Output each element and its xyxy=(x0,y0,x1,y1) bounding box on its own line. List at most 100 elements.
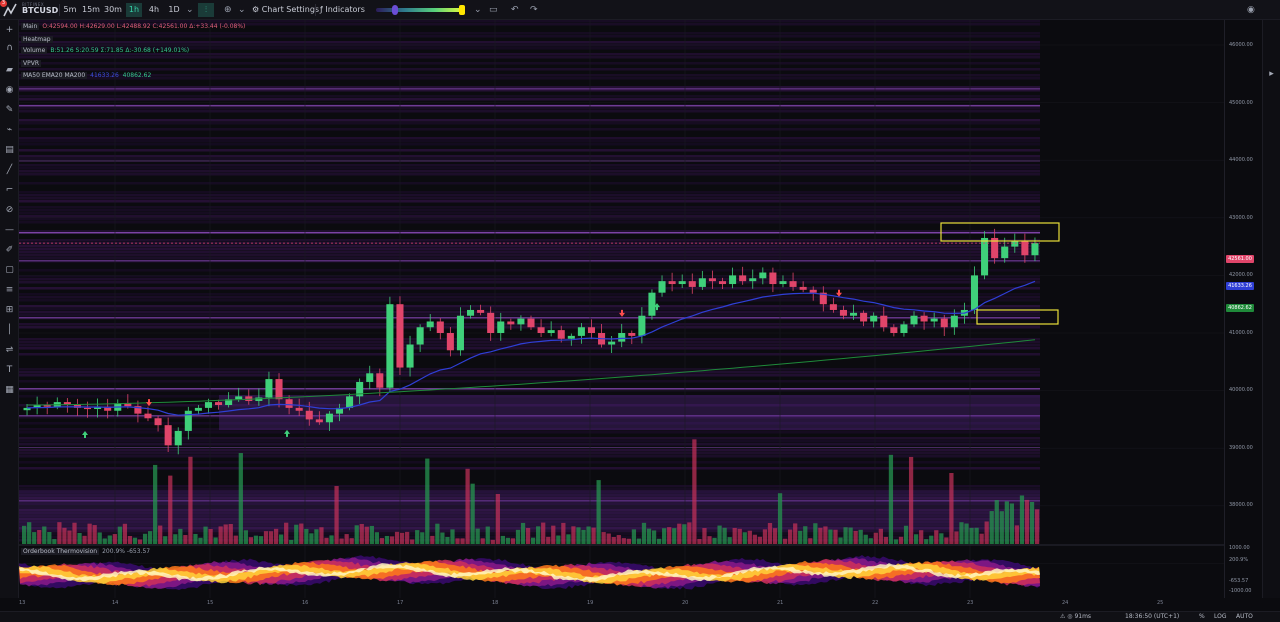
volume-bar xyxy=(289,539,294,544)
pen-icon[interactable]: ✐ xyxy=(3,244,16,257)
heatmap-band xyxy=(19,287,1040,290)
indicators-button[interactable]: ƒ Indicators xyxy=(320,3,365,17)
undo-icon[interactable]: ↶ xyxy=(511,4,519,16)
log-scale-toggle[interactable]: LOG xyxy=(1214,613,1227,620)
candle-body xyxy=(204,402,212,408)
heatmap-band xyxy=(19,308,1040,311)
redo-icon[interactable]: ↷ xyxy=(530,4,538,16)
timeframe-dropdown-icon[interactable]: ⌄ xyxy=(186,4,194,16)
trendline-icon[interactable]: ╱ xyxy=(3,164,16,177)
compare-dropdown-icon[interactable]: ⌄ xyxy=(238,4,246,16)
volume-bar xyxy=(677,523,682,544)
volume-bar xyxy=(878,528,883,544)
brush-icon[interactable]: ⌁ xyxy=(3,124,16,137)
heatmap-contrast-slider[interactable] xyxy=(376,8,464,12)
indicators-label: Indicators xyxy=(325,5,365,14)
heatmap-band xyxy=(19,197,1040,200)
camera-icon[interactable]: ◉ xyxy=(1247,4,1255,16)
candle-body xyxy=(527,318,535,328)
candle-body xyxy=(708,278,716,282)
volume-bar xyxy=(399,532,405,544)
grid-tool-icon[interactable]: ⊞ xyxy=(3,304,16,317)
volume-bar xyxy=(586,526,591,544)
symbol-selector[interactable]: BITFINEX BTCUSD xyxy=(22,2,58,15)
eye-icon[interactable]: ◉ xyxy=(3,84,16,97)
thermo-value-2: -653.57 xyxy=(126,548,151,555)
timeframe-1d[interactable]: 1D xyxy=(166,3,182,17)
eraser-icon[interactable]: ▰ xyxy=(3,64,16,77)
volume-bar xyxy=(772,528,778,544)
sidebar-toggle-icon[interactable]: ▸ xyxy=(1265,68,1278,81)
slider-handle-right[interactable] xyxy=(459,5,465,15)
ruler-icon[interactable]: ⊘ xyxy=(3,204,16,217)
volume-bar xyxy=(737,528,742,544)
auto-scale-toggle[interactable]: AUTO xyxy=(1236,613,1253,620)
heatmap-band xyxy=(19,137,1040,140)
long-position-icon[interactable]: ⇌ xyxy=(3,344,16,357)
volume-bar xyxy=(52,539,57,544)
timeframe-5m[interactable]: 5m xyxy=(62,3,78,17)
heatmap-band xyxy=(19,269,1040,272)
candle-body xyxy=(618,333,626,342)
fib-icon[interactable]: ≡ xyxy=(3,284,16,297)
toolbar-divider xyxy=(59,4,60,16)
heatmap-level xyxy=(19,105,1040,107)
pencil-icon[interactable]: ✎ xyxy=(3,104,16,117)
timeframe-1h[interactable]: 1h xyxy=(126,3,142,17)
heatmap-band xyxy=(19,257,1040,260)
thermovision-label[interactable]: Orderbook Thermovision xyxy=(21,548,100,555)
layout-icon[interactable]: ▭ xyxy=(489,4,498,16)
heatmap-label[interactable]: Heatmap xyxy=(21,36,53,43)
heatmap-band xyxy=(19,296,1040,299)
path-icon[interactable]: ⌐ xyxy=(3,184,16,197)
rectangle-icon[interactable]: ▢ xyxy=(3,264,16,277)
timeframe-15m[interactable]: 15m xyxy=(82,3,100,17)
notification-badge[interactable]: 3 xyxy=(0,0,7,7)
vertical-line-icon[interactable]: │ xyxy=(3,324,16,337)
volume-label[interactable]: Volume xyxy=(21,47,48,54)
chart-settings-button[interactable]: ⚙ Chart Settings xyxy=(252,3,319,17)
timeframe-4h[interactable]: 4h xyxy=(146,3,162,17)
heatmap-band xyxy=(19,191,1040,194)
ma-label[interactable]: MA50 EMA20 MA200 xyxy=(21,72,88,79)
heatmap-band xyxy=(19,254,1040,257)
timeframe-30m[interactable]: 30m xyxy=(104,3,122,17)
volume-bar xyxy=(97,532,102,544)
volume-bar xyxy=(908,456,914,544)
volume-bar xyxy=(782,538,788,544)
trash-icon[interactable]: ▤ xyxy=(3,144,16,157)
candle-body xyxy=(799,286,807,290)
main-label[interactable]: Main xyxy=(21,23,40,30)
vpvr-label[interactable]: VPVR xyxy=(21,60,41,67)
candle-body xyxy=(477,309,485,313)
candle-type-icon[interactable]: ⫶ xyxy=(198,3,214,17)
candle-body xyxy=(366,373,374,382)
volume-bar xyxy=(944,537,949,544)
pattern-icon[interactable]: ▦ xyxy=(3,384,16,397)
price-chart[interactable] xyxy=(19,20,1224,598)
compare-icon[interactable]: ⊕ xyxy=(224,4,232,16)
slider-dropdown-icon[interactable]: ⌄ xyxy=(474,4,482,16)
price-axis[interactable]: 46000.00 45000.00 44000.00 43000.00 4200… xyxy=(1224,20,1262,598)
percent-scale-toggle[interactable]: % xyxy=(1199,613,1205,620)
horizontal-line-icon[interactable]: — xyxy=(3,224,16,237)
heatmap-legend: Heatmap xyxy=(21,36,56,43)
ema-value: 41633.26 xyxy=(90,72,119,79)
thermo-axis-label: 200.9% xyxy=(1229,557,1249,563)
candle-body xyxy=(860,312,868,322)
volume-bar xyxy=(833,529,838,544)
volume-bar xyxy=(420,532,425,544)
candle-body xyxy=(648,292,656,316)
volume-bar xyxy=(974,527,979,544)
volume-bar xyxy=(359,523,364,544)
candle-body xyxy=(970,275,979,310)
price-label: 41000.00 xyxy=(1229,330,1253,336)
magnet-icon[interactable]: ∩ xyxy=(3,42,16,55)
volume-bar xyxy=(173,534,178,544)
candle-body xyxy=(265,379,273,398)
slider-handle-left[interactable] xyxy=(392,5,398,15)
volume-bar xyxy=(591,527,596,544)
text-icon[interactable]: T xyxy=(3,364,16,377)
crosshair-icon[interactable]: + xyxy=(3,24,16,37)
clock[interactable]: 18:36:50 (UTC+1) xyxy=(1125,613,1179,620)
